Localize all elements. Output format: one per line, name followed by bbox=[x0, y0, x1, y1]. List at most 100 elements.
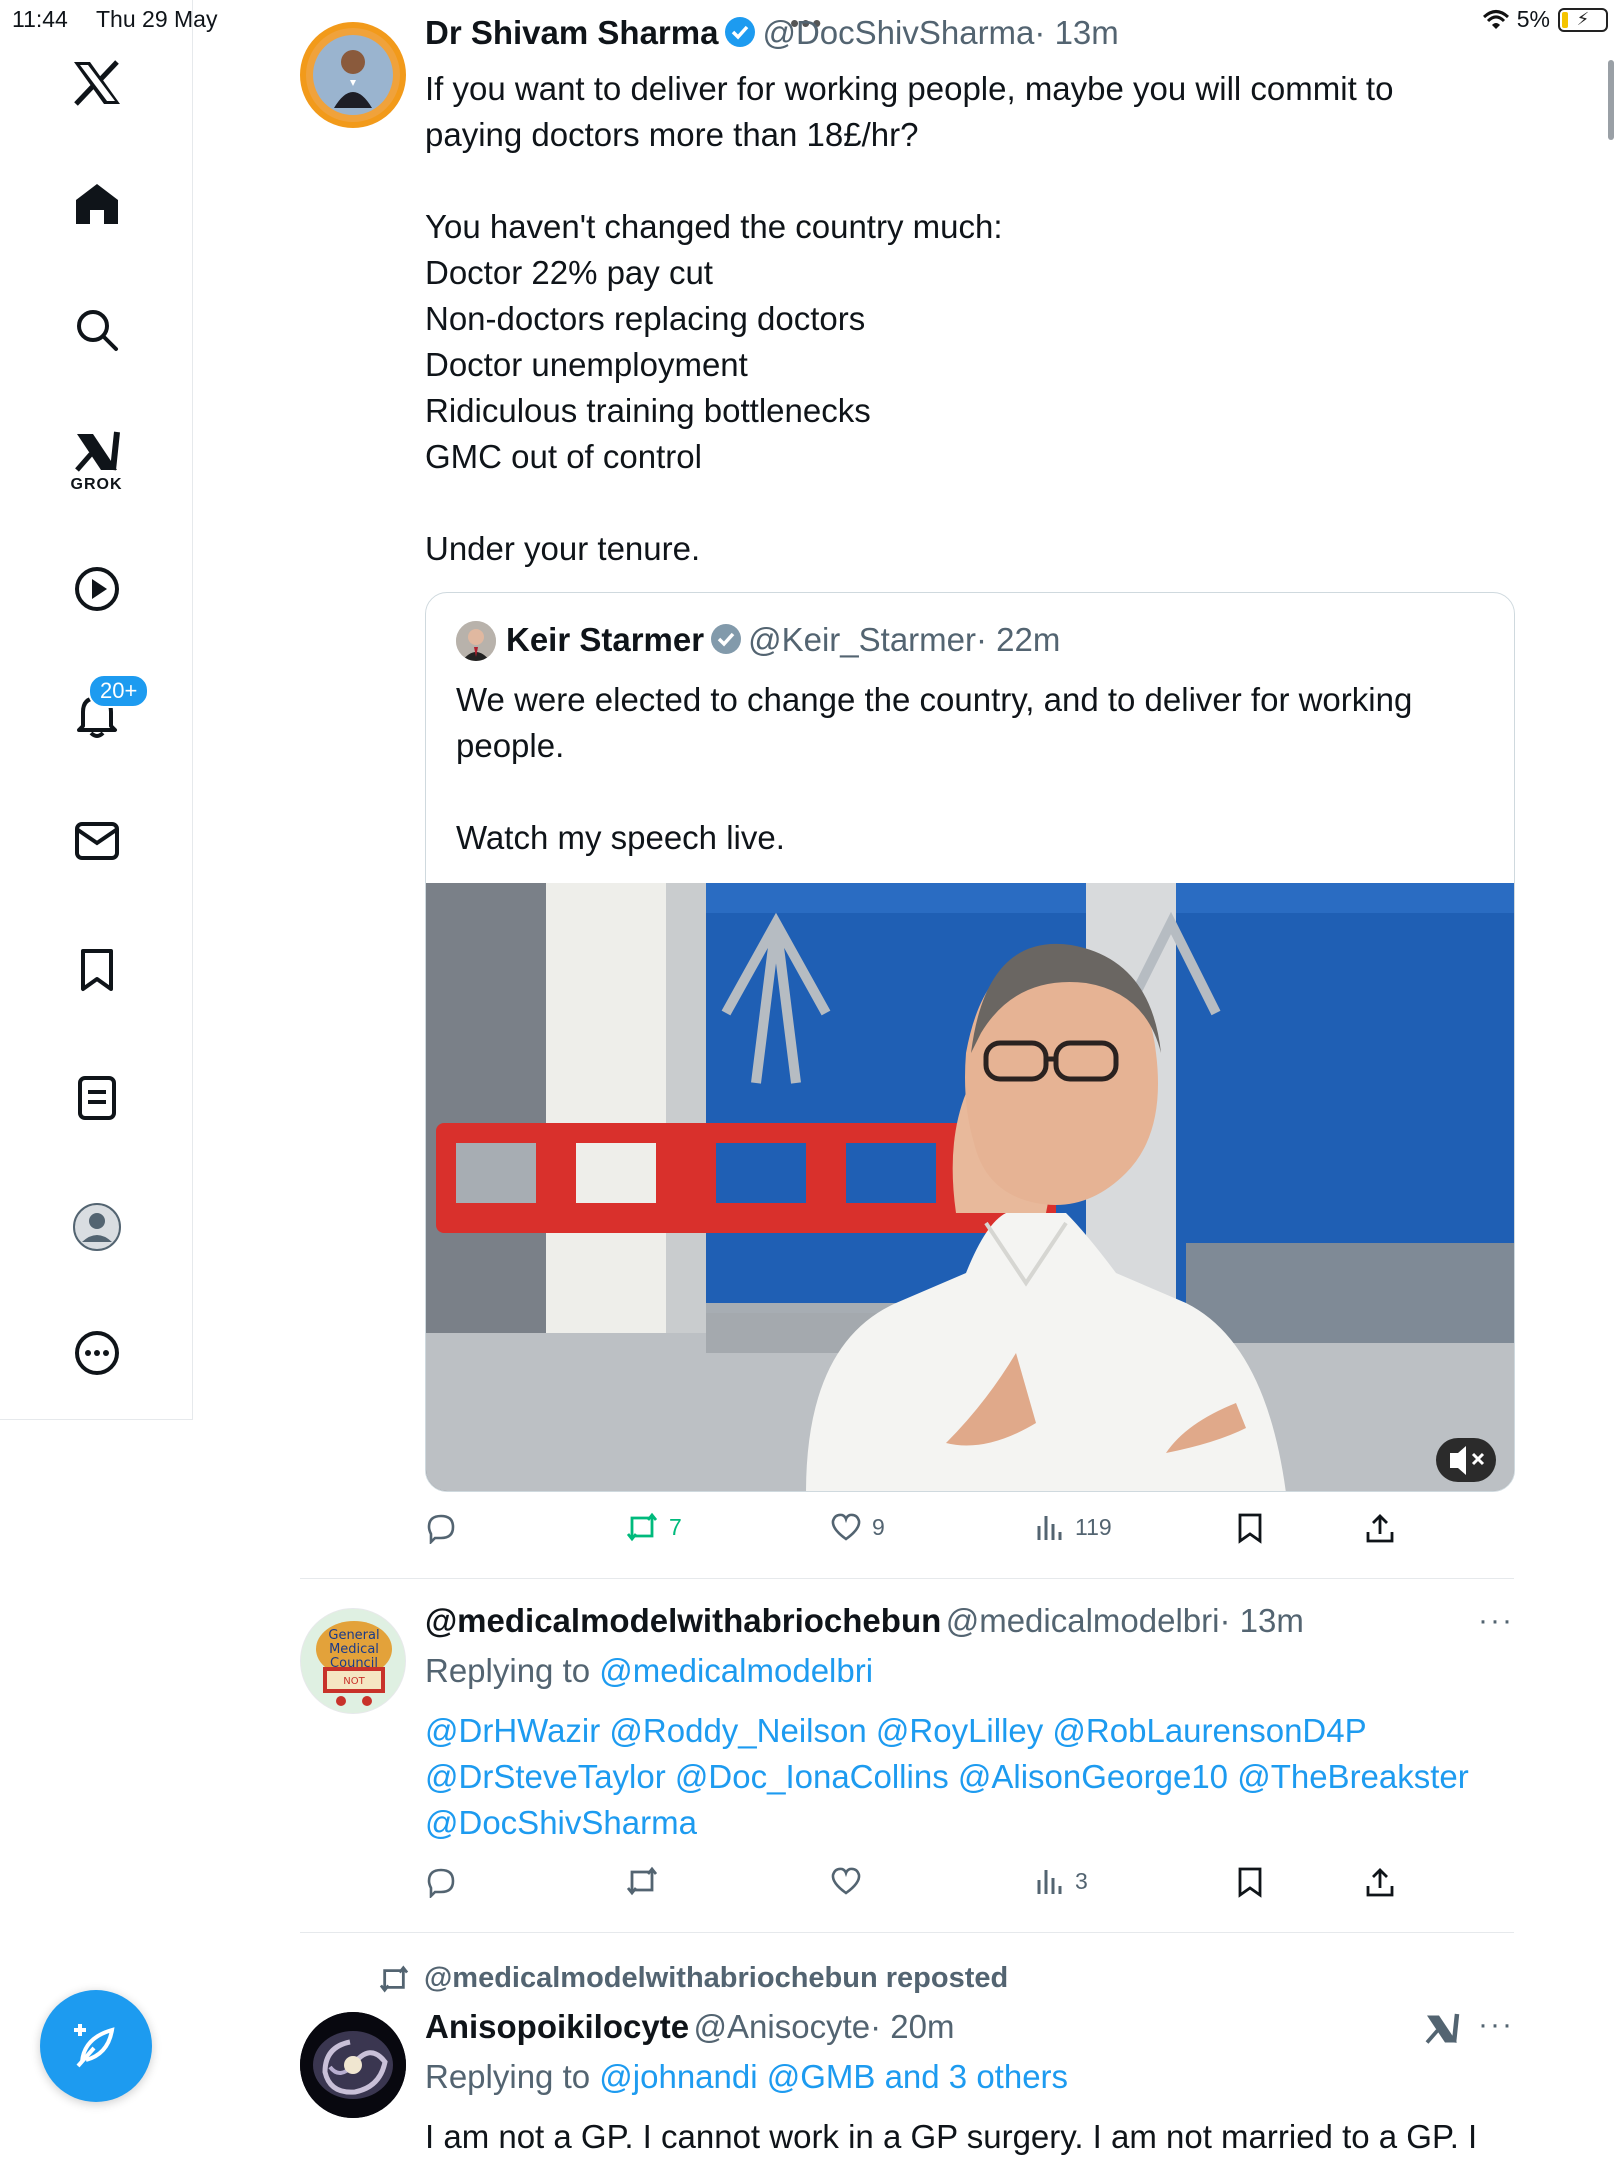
sidebar: GROK 20+ bbox=[0, 0, 193, 1420]
sidebar-item-search[interactable] bbox=[0, 308, 193, 352]
compose-feather-icon bbox=[74, 2024, 115, 2068]
list-icon bbox=[77, 1076, 116, 1120]
mail-icon bbox=[74, 822, 119, 860]
tweet-header: Anisopoikilocyte @Anisocyte· 20m bbox=[425, 2008, 954, 2046]
views-button[interactable]: 119 bbox=[1035, 1512, 1112, 1542]
svg-text:Medical: Medical bbox=[329, 1642, 379, 1657]
share-button[interactable] bbox=[1365, 1866, 1395, 1898]
sidebar-item-more[interactable] bbox=[0, 1330, 193, 1376]
quoted-tweet[interactable]: Keir Starmer @Keir_Starmer· 22m We were e… bbox=[425, 592, 1515, 1492]
replying-prefix: Replying to bbox=[425, 2058, 591, 2095]
sidebar-item-grok[interactable]: GROK bbox=[0, 430, 193, 494]
reply-button[interactable] bbox=[425, 1512, 457, 1544]
play-circle-icon bbox=[74, 567, 119, 611]
tweet-header: @medicalmodelwithabriochebun @medicalmod… bbox=[425, 1602, 1304, 1640]
views-chart-icon bbox=[1037, 1870, 1062, 1894]
scrollbar[interactable] bbox=[1608, 60, 1614, 140]
mentions-text[interactable]: @DrHWazir @Roddy_Neilson @RoyLilley @Rob… bbox=[425, 1708, 1515, 1846]
sidebar-item-notifications[interactable]: 20+ bbox=[0, 674, 193, 738]
home-icon bbox=[75, 184, 118, 224]
sidebar-item-home[interactable] bbox=[0, 182, 193, 226]
repost-banner-text[interactable]: @medicalmodelwithabriochebun reposted bbox=[424, 1962, 1008, 1995]
sidebar-item-video[interactable] bbox=[0, 566, 193, 612]
wifi-icon bbox=[1482, 9, 1509, 29]
heart-icon bbox=[831, 1867, 861, 1895]
author-name[interactable]: Anisopoikilocyte bbox=[425, 2008, 689, 2045]
sidebar-item-bookmarks[interactable] bbox=[0, 948, 193, 992]
repost-button[interactable]: 7 bbox=[625, 1512, 682, 1542]
sidebar-item-lists[interactable] bbox=[0, 1076, 193, 1120]
repost-button[interactable] bbox=[625, 1866, 659, 1896]
tweet-time[interactable]: · 13m bbox=[1034, 14, 1118, 51]
verified-badge-icon bbox=[725, 17, 756, 47]
tweet-time[interactable]: · 13m bbox=[1219, 1602, 1303, 1639]
quote-video[interactable] bbox=[426, 883, 1514, 1491]
repost-icon bbox=[379, 1965, 409, 1992]
views-count: 119 bbox=[1075, 1513, 1112, 1540]
tweet-time[interactable]: · 20m bbox=[870, 2008, 954, 2045]
bookmark-button[interactable] bbox=[1237, 1866, 1263, 1898]
more-options-icon[interactable]: ··· bbox=[1478, 1604, 1514, 1638]
tweet-1-actions: 7 9 119 bbox=[425, 1512, 1405, 1552]
repost-count: 7 bbox=[669, 1513, 682, 1540]
bookmark-icon bbox=[1238, 1513, 1262, 1544]
tweet-divider bbox=[300, 1932, 1514, 1933]
views-button[interactable]: 3 bbox=[1035, 1866, 1088, 1896]
replying-to-link[interactable]: @johnandi @GMB and 3 others bbox=[599, 2058, 1068, 2095]
svg-text:Council: Council bbox=[330, 1656, 378, 1671]
bookmark-icon bbox=[1238, 1867, 1262, 1898]
grok-label: GROK bbox=[70, 476, 123, 493]
battery-percent: 5% bbox=[1516, 6, 1550, 32]
tweet-header: Dr Shivam Sharma @DocShivSharma· 13m bbox=[425, 14, 1119, 52]
replying-to: Replying to @medicalmodelbri bbox=[425, 1652, 873, 1690]
like-button[interactable] bbox=[830, 1866, 862, 1896]
profile-avatar-icon bbox=[72, 1203, 121, 1251]
heart-icon bbox=[831, 1513, 861, 1541]
status-right: 5% ⚡ bbox=[1482, 6, 1608, 33]
svg-text:NOT: NOT bbox=[343, 1676, 365, 1687]
replying-to: Replying to @johnandi @GMB and 3 others bbox=[425, 2058, 1068, 2096]
reply-icon bbox=[427, 1868, 455, 1898]
author-avatar[interactable] bbox=[300, 22, 406, 128]
svg-text:General: General bbox=[328, 1628, 379, 1643]
views-count: 3 bbox=[1075, 1867, 1088, 1894]
more-options-icon[interactable]: ··· bbox=[1478, 2008, 1514, 2042]
tweet-text: If you want to deliver for working peopl… bbox=[425, 70, 1394, 567]
replying-to-link[interactable]: @medicalmodelbri bbox=[599, 1652, 873, 1689]
x-logo-icon[interactable] bbox=[0, 60, 193, 106]
author-name[interactable]: @medicalmodelwithabriochebun bbox=[425, 1602, 941, 1639]
tweet-divider bbox=[300, 1578, 1514, 1579]
video-frame bbox=[426, 883, 1514, 1491]
reply-icon bbox=[427, 1514, 455, 1544]
bookmark-icon bbox=[80, 949, 113, 991]
sidebar-item-messages[interactable] bbox=[0, 822, 193, 860]
grok-icon[interactable] bbox=[1424, 2012, 1460, 2046]
tweet-2-actions: 3 bbox=[425, 1866, 1405, 1906]
verified-badge-icon bbox=[711, 624, 742, 654]
like-button[interactable]: 9 bbox=[830, 1512, 885, 1542]
author-handle[interactable]: @medicalmodelbri bbox=[946, 1602, 1220, 1639]
bookmark-button[interactable] bbox=[1237, 1512, 1263, 1544]
repost-icon bbox=[626, 1512, 658, 1542]
replying-prefix: Replying to bbox=[425, 1652, 591, 1689]
author-name[interactable]: Dr Shivam Sharma bbox=[425, 14, 718, 51]
quote-author-name: Keir Starmer bbox=[506, 621, 705, 658]
search-icon bbox=[76, 310, 118, 351]
share-button[interactable] bbox=[1365, 1512, 1395, 1544]
more-circle-icon bbox=[74, 1331, 119, 1375]
share-icon bbox=[1366, 1514, 1394, 1543]
author-avatar[interactable]: General Medical Council NOT bbox=[300, 1608, 406, 1714]
repost-icon bbox=[626, 1866, 658, 1896]
quote-time: · 22m bbox=[976, 621, 1061, 658]
reply-button[interactable] bbox=[425, 1866, 457, 1898]
compose-button[interactable] bbox=[40, 1990, 152, 2102]
grok-icon bbox=[74, 431, 120, 472]
like-count: 9 bbox=[872, 1513, 885, 1540]
author-avatar[interactable] bbox=[300, 2012, 406, 2118]
tweet-text: I am not a GP. I cannot work in a GP sur… bbox=[425, 2118, 1478, 2155]
quote-author-handle: @Keir_Starmer bbox=[748, 621, 976, 658]
sidebar-item-profile[interactable] bbox=[0, 1202, 193, 1252]
share-icon bbox=[1366, 1868, 1394, 1897]
author-handle[interactable]: @Anisocyte bbox=[694, 2008, 871, 2045]
author-handle[interactable]: @DocShivSharma bbox=[762, 14, 1034, 51]
